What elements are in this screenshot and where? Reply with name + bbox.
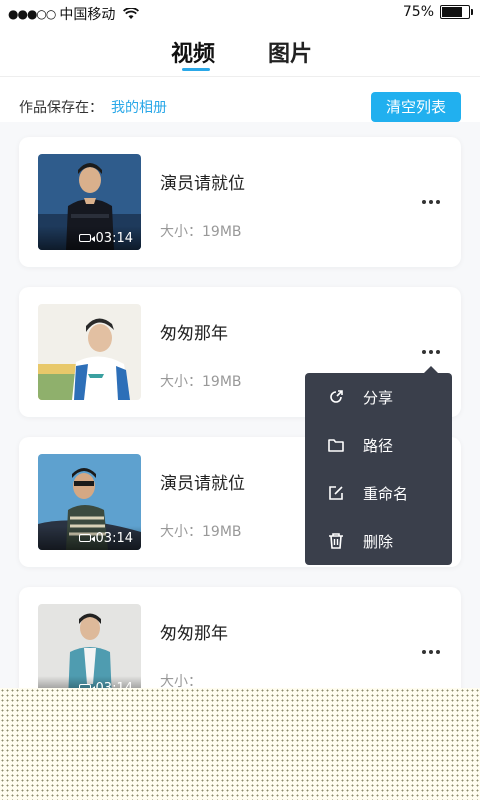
video-camera-icon (78, 534, 95, 542)
menu-item-rename[interactable]: 重命名 (305, 469, 452, 517)
active-tab-indicator (182, 68, 210, 71)
battery-fill (442, 7, 462, 17)
duration-label: 03:14 (95, 530, 133, 546)
battery-icon (440, 5, 473, 19)
duration-overlay: 03:14 (38, 526, 141, 550)
video-size: 大小：19MB (160, 524, 242, 540)
carrier-name: 中国移动 (59, 7, 116, 23)
save-location-label: 作品保存在： (19, 100, 103, 116)
video-thumbnail[interactable]: 03:14 (38, 604, 141, 700)
clear-list-button[interactable]: 清空列表 (371, 92, 461, 122)
menu-item-label: 删除 (363, 532, 394, 551)
video-camera-icon (78, 234, 95, 242)
wifi-icon (123, 8, 140, 19)
video-title: 演员请就位 (160, 174, 245, 194)
video-size: 大小：19MB (160, 374, 242, 390)
folder-icon (328, 439, 344, 452)
signal-indicator: ●●●○○ (8, 7, 56, 21)
video-card[interactable]: 03:14 演员请就位 大小：19MB (19, 137, 461, 267)
duration-label: 03:14 (95, 230, 133, 246)
menu-item-label: 路径 (363, 436, 394, 455)
context-menu: 分享 路径 重命名 删除 (305, 366, 452, 565)
video-thumbnail[interactable]: 03:14 (38, 454, 141, 550)
video-title: 匆匆那年 (160, 324, 228, 344)
more-options-icon[interactable] (420, 341, 442, 363)
more-options-icon[interactable] (420, 191, 442, 213)
menu-item-share[interactable]: 分享 (305, 373, 452, 421)
video-thumbnail[interactable]: 03:14 (38, 154, 141, 250)
video-title: 匆匆那年 (160, 624, 228, 644)
more-options-icon[interactable] (420, 641, 442, 663)
my-album-link[interactable]: 我的相册 (111, 97, 167, 117)
menu-item-path[interactable]: 路径 (305, 421, 452, 469)
tab-bar: 视频 图片 (0, 32, 480, 76)
video-thumbnail[interactable] (38, 304, 141, 400)
status-bar: ●●●○○ 中国移动 75% (0, 0, 480, 26)
save-location: 作品保存在： 我的相册 (19, 97, 167, 117)
menu-item-label: 分享 (363, 388, 394, 407)
duration-overlay: 03:14 (38, 226, 141, 250)
rename-icon (329, 486, 343, 500)
divider (0, 76, 480, 77)
dotted-overlay (0, 688, 480, 800)
trash-icon (329, 533, 343, 549)
video-size: 大小：19MB (160, 224, 242, 240)
battery-percent: 75% (402, 4, 434, 20)
menu-item-delete[interactable]: 删除 (305, 517, 452, 565)
tab-video[interactable]: 视频 (171, 36, 215, 68)
tab-image[interactable]: 图片 (268, 36, 312, 68)
share-icon (330, 390, 343, 403)
video-title: 演员请就位 (160, 474, 245, 494)
menu-item-label: 重命名 (363, 484, 409, 503)
